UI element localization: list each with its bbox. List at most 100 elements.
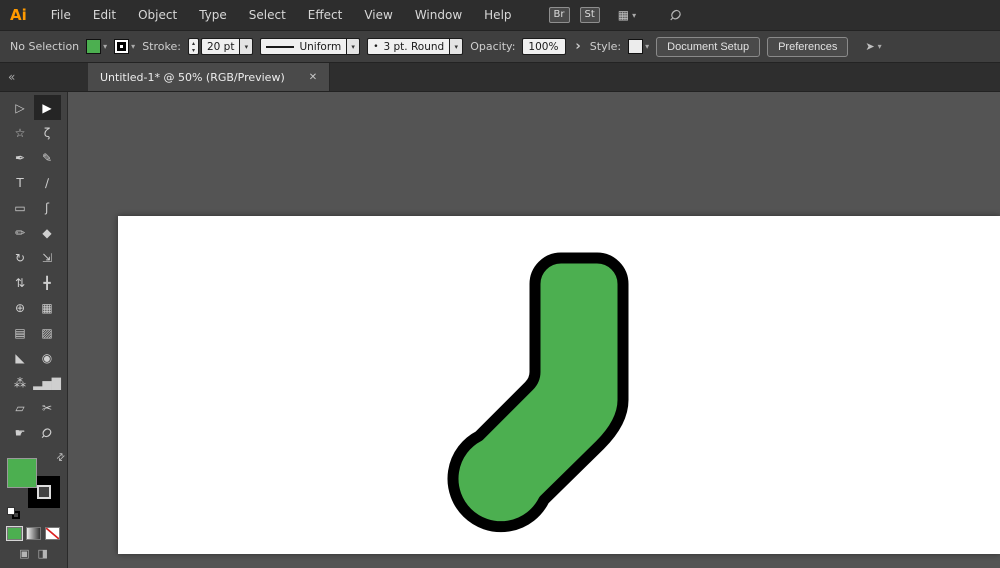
close-icon[interactable]: ✕: [309, 72, 317, 83]
canvas-area[interactable]: [68, 92, 1000, 568]
toolbar-collapse-icon[interactable]: «: [0, 63, 68, 91]
stepper-down-icon[interactable]: ▾: [189, 47, 198, 54]
swap-fill-stroke-icon[interactable]: ⇄: [54, 451, 68, 465]
brush-definition-value[interactable]: • 3 pt. Round: [367, 38, 450, 55]
tool-scale[interactable]: ⇲: [34, 245, 61, 270]
opacity-value[interactable]: 100%: [522, 38, 566, 55]
tool-hand[interactable]: ☛: [7, 420, 34, 445]
fill-stroke-indicator: ⇄: [7, 455, 63, 511]
tool-width[interactable]: ⇅: [7, 270, 34, 295]
opacity-label: Opacity:: [470, 40, 515, 53]
default-fill-stroke-icon[interactable]: [7, 507, 21, 519]
tool-free-transform[interactable]: ╋: [34, 270, 61, 295]
style-swatch[interactable]: [628, 39, 643, 54]
stroke-weight-control: ▴ ▾ 20 pt ▾: [188, 38, 253, 55]
tool-magic-wand[interactable]: ☆: [7, 120, 34, 145]
document-setup-button[interactable]: Document Setup: [656, 37, 760, 57]
tool-type[interactable]: T: [7, 170, 34, 195]
search-icon[interactable]: Ϙ: [666, 6, 684, 24]
gradient-button[interactable]: [26, 527, 41, 540]
chevron-down-icon: ▾: [645, 42, 649, 51]
stroke-weight-dropdown[interactable]: ▾: [240, 38, 253, 55]
stock-button[interactable]: St: [580, 7, 600, 23]
opacity-control: 100%: [522, 38, 566, 55]
brush-dot-icon: •: [373, 42, 378, 52]
fill-proxy-swatch[interactable]: [7, 458, 37, 488]
chevron-down-icon: ▾: [632, 11, 636, 20]
stroke-color-swatch[interactable]: [114, 39, 129, 54]
draw-normal-icon[interactable]: ▣: [19, 547, 29, 560]
bridge-button[interactable]: Br: [549, 7, 570, 23]
chevron-down-icon: ▾: [131, 42, 135, 51]
draw-behind-icon[interactable]: ◨: [38, 547, 48, 560]
brush-definition-control: • 3 pt. Round ▾: [367, 38, 463, 55]
menu-help[interactable]: Help: [473, 0, 522, 30]
tab-strip: « Untitled-1* @ 50% (RGB/Preview) ✕: [0, 63, 1000, 92]
tool-symbol-sprayer[interactable]: ⁂: [7, 370, 34, 395]
tool-slice[interactable]: ✂: [34, 395, 61, 420]
tool-paintbrush[interactable]: ʃ: [34, 195, 61, 220]
illustrator-window: Ai File Edit Object Type Select Effect V…: [0, 0, 1000, 568]
tool-rectangle[interactable]: ▭: [7, 195, 34, 220]
tool-pencil[interactable]: ✏: [7, 220, 34, 245]
tool-curvature[interactable]: ✎: [34, 145, 61, 170]
stroke-color-control[interactable]: ▾: [114, 39, 135, 54]
style-control[interactable]: ▾: [628, 39, 649, 54]
color-button[interactable]: [7, 527, 22, 540]
workspace: ▷ ▶ ☆ ζ ✒ ✎ T ∕ ▭ ʃ ✏ ◆ ↻ ⇲ ⇅ ╋ ⊕ ▦ ▤ ▨: [0, 92, 1000, 568]
menu-view[interactable]: View: [353, 0, 403, 30]
workspace-icon: ▦: [618, 8, 629, 22]
opacity-options-arrow[interactable]: ›: [573, 39, 582, 54]
tool-column-graph[interactable]: ▂▅▇: [34, 370, 61, 395]
control-panel-menu[interactable]: ➤ ▾: [865, 40, 881, 53]
shape-layer: [68, 92, 1000, 568]
tool-artboard[interactable]: ▱: [7, 395, 34, 420]
pointer-icon: ➤: [865, 40, 874, 53]
tool-shape-builder[interactable]: ⊕: [7, 295, 34, 320]
brush-text: 3 pt. Round: [384, 41, 445, 53]
brush-definition-dropdown[interactable]: ▾: [450, 38, 463, 55]
menu-object[interactable]: Object: [127, 0, 188, 30]
app-logo: Ai: [0, 6, 40, 24]
tool-direct-selection[interactable]: ▷: [7, 95, 34, 120]
stepper-up-icon[interactable]: ▴: [189, 40, 198, 47]
tool-zoom[interactable]: Ϙ: [34, 420, 61, 445]
menu-file[interactable]: File: [40, 0, 82, 30]
default-fill-square: [7, 507, 15, 515]
tool-selection[interactable]: ▶: [34, 95, 61, 120]
document-tab-title: Untitled-1* @ 50% (RGB/Preview): [100, 71, 285, 84]
tool-line-segment[interactable]: ∕: [34, 170, 61, 195]
stroke-weight-value[interactable]: 20 pt: [201, 38, 240, 55]
stroke-profile-value[interactable]: Uniform: [260, 38, 347, 55]
document-tab[interactable]: Untitled-1* @ 50% (RGB/Preview) ✕: [88, 63, 330, 91]
appearance-buttons: [7, 527, 60, 540]
tool-lasso[interactable]: ζ: [34, 120, 61, 145]
stroke-weight-stepper[interactable]: ▴ ▾: [188, 38, 199, 55]
tool-pen[interactable]: ✒: [7, 145, 34, 170]
none-button[interactable]: [45, 527, 60, 540]
tool-mesh[interactable]: ▤: [7, 320, 34, 345]
tool-eyedropper[interactable]: ◣: [7, 345, 34, 370]
fill-color-swatch[interactable]: [86, 39, 101, 54]
tool-gradient[interactable]: ▨: [34, 320, 61, 345]
menu-window[interactable]: Window: [404, 0, 473, 30]
tools-panel: ▷ ▶ ☆ ζ ✒ ✎ T ∕ ▭ ʃ ✏ ◆ ↻ ⇲ ⇅ ╋ ⊕ ▦ ▤ ▨: [0, 92, 68, 568]
tool-eraser[interactable]: ◆: [34, 220, 61, 245]
preferences-button[interactable]: Preferences: [767, 37, 848, 57]
menu-type[interactable]: Type: [188, 0, 238, 30]
fill-color-control[interactable]: ▾: [86, 39, 107, 54]
tool-perspective-grid[interactable]: ▦: [34, 295, 61, 320]
selection-status: No Selection: [10, 40, 79, 53]
stroke-profile-control: Uniform ▾: [260, 38, 360, 55]
tool-blend[interactable]: ◉: [34, 345, 61, 370]
drawing-mode-buttons: ▣ ◨: [19, 547, 48, 560]
sock-shape[interactable]: [453, 258, 623, 527]
tool-rotate[interactable]: ↻: [7, 245, 34, 270]
profile-line-icon: [266, 46, 294, 48]
menu-select[interactable]: Select: [238, 0, 297, 30]
menu-bar-right: Br St ▦ ▾ Ϙ: [549, 7, 681, 23]
menu-effect[interactable]: Effect: [297, 0, 354, 30]
workspace-switcher[interactable]: ▦ ▾: [618, 8, 636, 22]
stroke-profile-dropdown[interactable]: ▾: [347, 38, 360, 55]
menu-edit[interactable]: Edit: [82, 0, 127, 30]
